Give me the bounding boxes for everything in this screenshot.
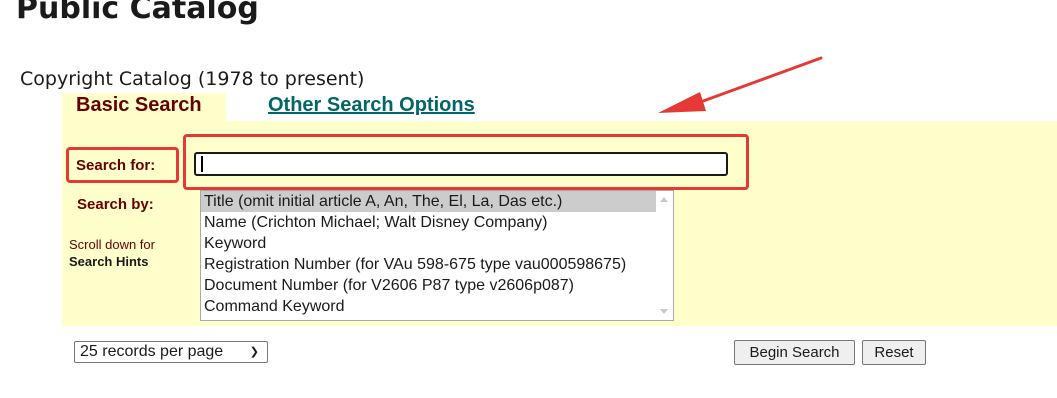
red-arrow-icon (658, 56, 823, 113)
